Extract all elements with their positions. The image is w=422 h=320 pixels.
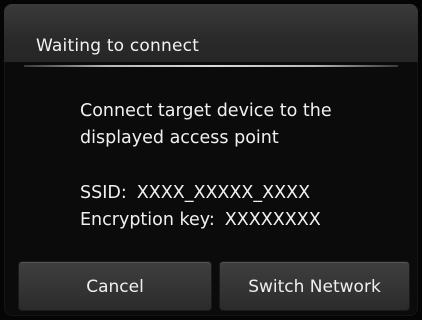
dialog-buttons: Cancel Switch Network — [4, 261, 418, 317]
ssid-row: SSID: XXXX_XXXXX_XXXX — [80, 180, 410, 207]
ssid-value: XXXX_XXXXX_XXXX — [136, 183, 311, 203]
encryption-key-label: Encryption key: — [80, 210, 215, 230]
access-point-info: SSID: XXXX_XXXXX_XXXX Encryption key: XXXX… — [80, 180, 410, 234]
message-line-1: Connect target device to the — [80, 101, 332, 121]
dialog-message: Connect target device to the displayed a… — [80, 98, 400, 152]
dialog-header: Waiting to connect — [4, 4, 418, 62]
dialog: Waiting to connect Connect target device… — [4, 4, 418, 316]
dialog-title: Waiting to connect — [36, 36, 200, 56]
message-line-2: displayed access point — [80, 128, 279, 148]
ssid-label: SSID: — [80, 183, 127, 203]
switch-network-button[interactable]: Switch Network — [219, 261, 410, 311]
cancel-button[interactable]: Cancel — [18, 261, 212, 311]
encryption-key-value: XXXXXXXX — [224, 210, 321, 230]
encryption-key-row: Encryption key: XXXXXXXX — [80, 207, 410, 234]
header-divider — [24, 65, 398, 67]
camera-screen: Waiting to connect Connect target device… — [0, 0, 422, 320]
